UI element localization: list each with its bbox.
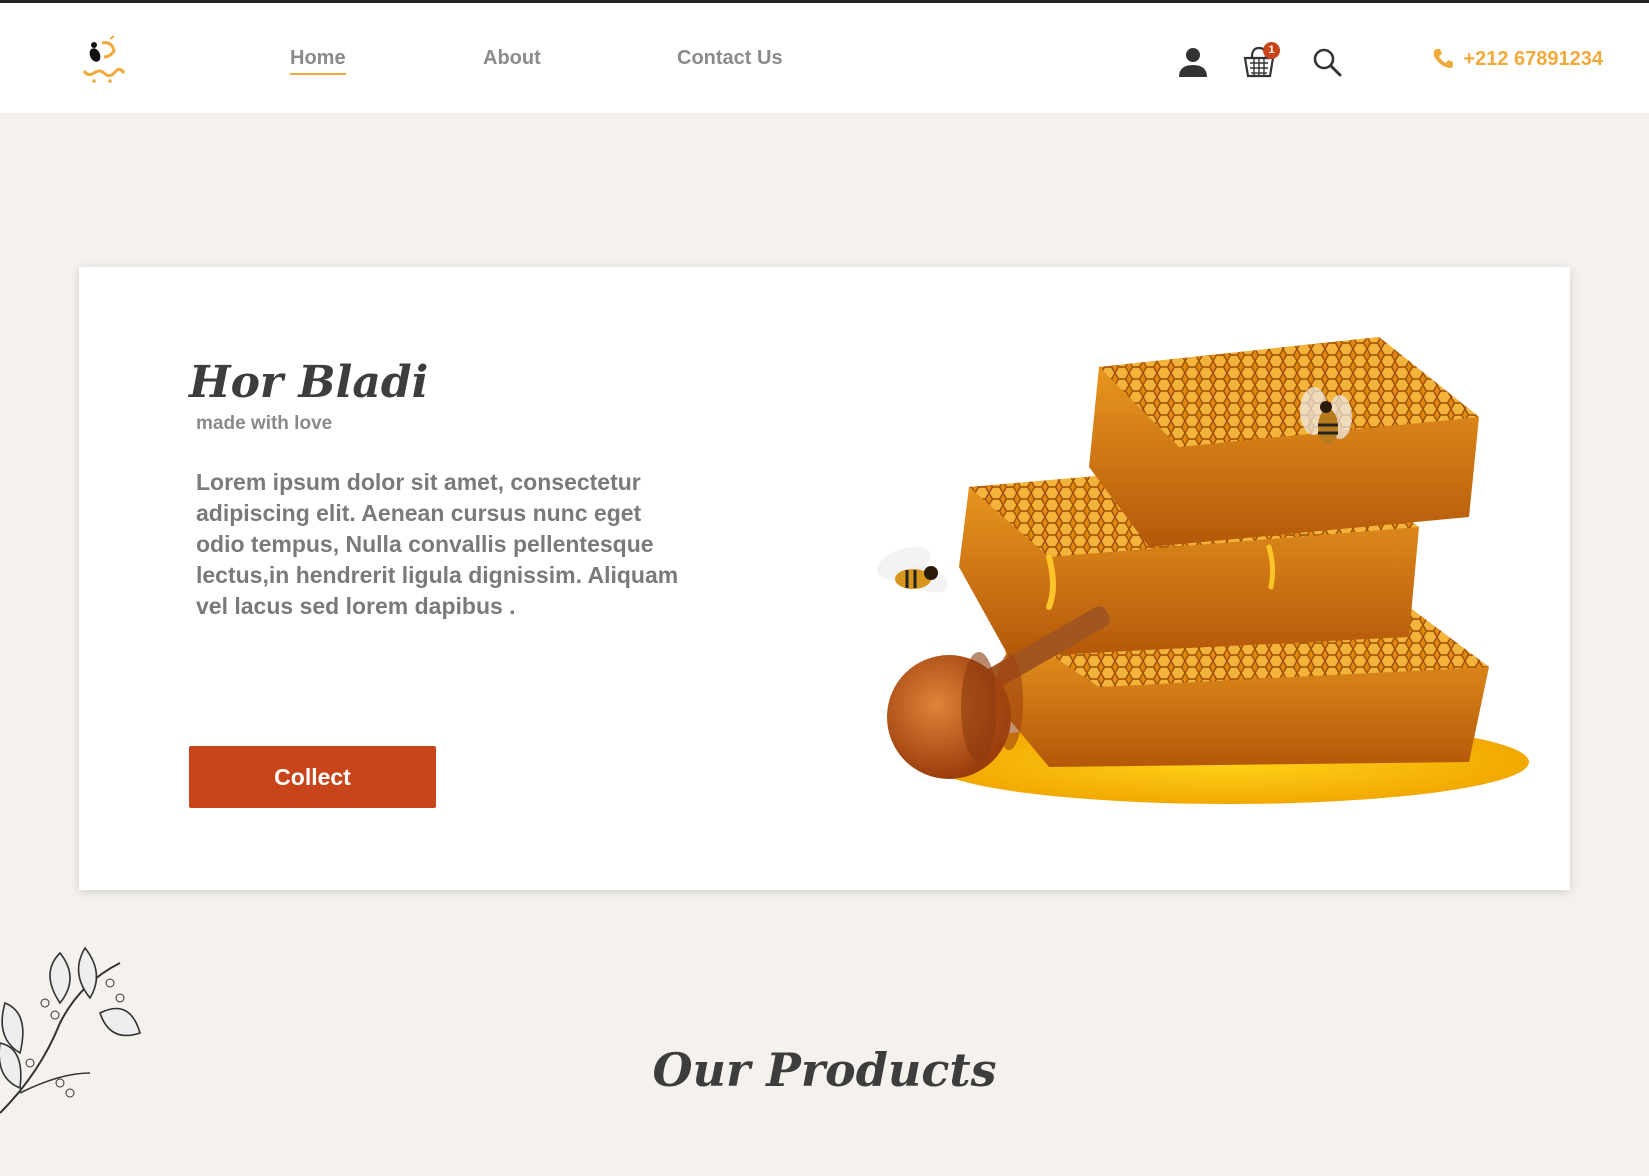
- nav-contact-us[interactable]: Contact Us: [677, 47, 783, 70]
- active-nav-underline: [290, 73, 346, 75]
- search-icon[interactable]: [1310, 45, 1344, 79]
- logo[interactable]: [80, 35, 130, 87]
- nav-home-label: Home: [290, 47, 346, 69]
- user-icon[interactable]: [1176, 45, 1210, 79]
- nav-home[interactable]: Home: [290, 47, 346, 75]
- top-header: Home About Contact Us 1 +212 67891234: [0, 3, 1649, 113]
- phone-icon: [1434, 49, 1454, 68]
- hero-card: Hor Bladi made with love Lorem ipsum dol…: [79, 267, 1570, 890]
- hero-subtitle: made with love: [196, 413, 333, 434]
- basket-icon[interactable]: 1: [1242, 42, 1280, 79]
- products-title: Our Products: [652, 1043, 997, 1097]
- nav-about[interactable]: About: [483, 47, 541, 70]
- phone-number: +212 67891234: [1463, 47, 1603, 70]
- honeycomb-image: [877, 337, 1529, 804]
- hero-title: Hor Bladi: [189, 357, 429, 408]
- hero-description: Lorem ipsum dolor sit amet, consectetur …: [196, 469, 679, 619]
- phone-contact[interactable]: +212 67891234: [1431, 47, 1603, 71]
- cart-count-badge: 1: [1263, 42, 1280, 59]
- collect-button[interactable]: Collect: [189, 746, 436, 808]
